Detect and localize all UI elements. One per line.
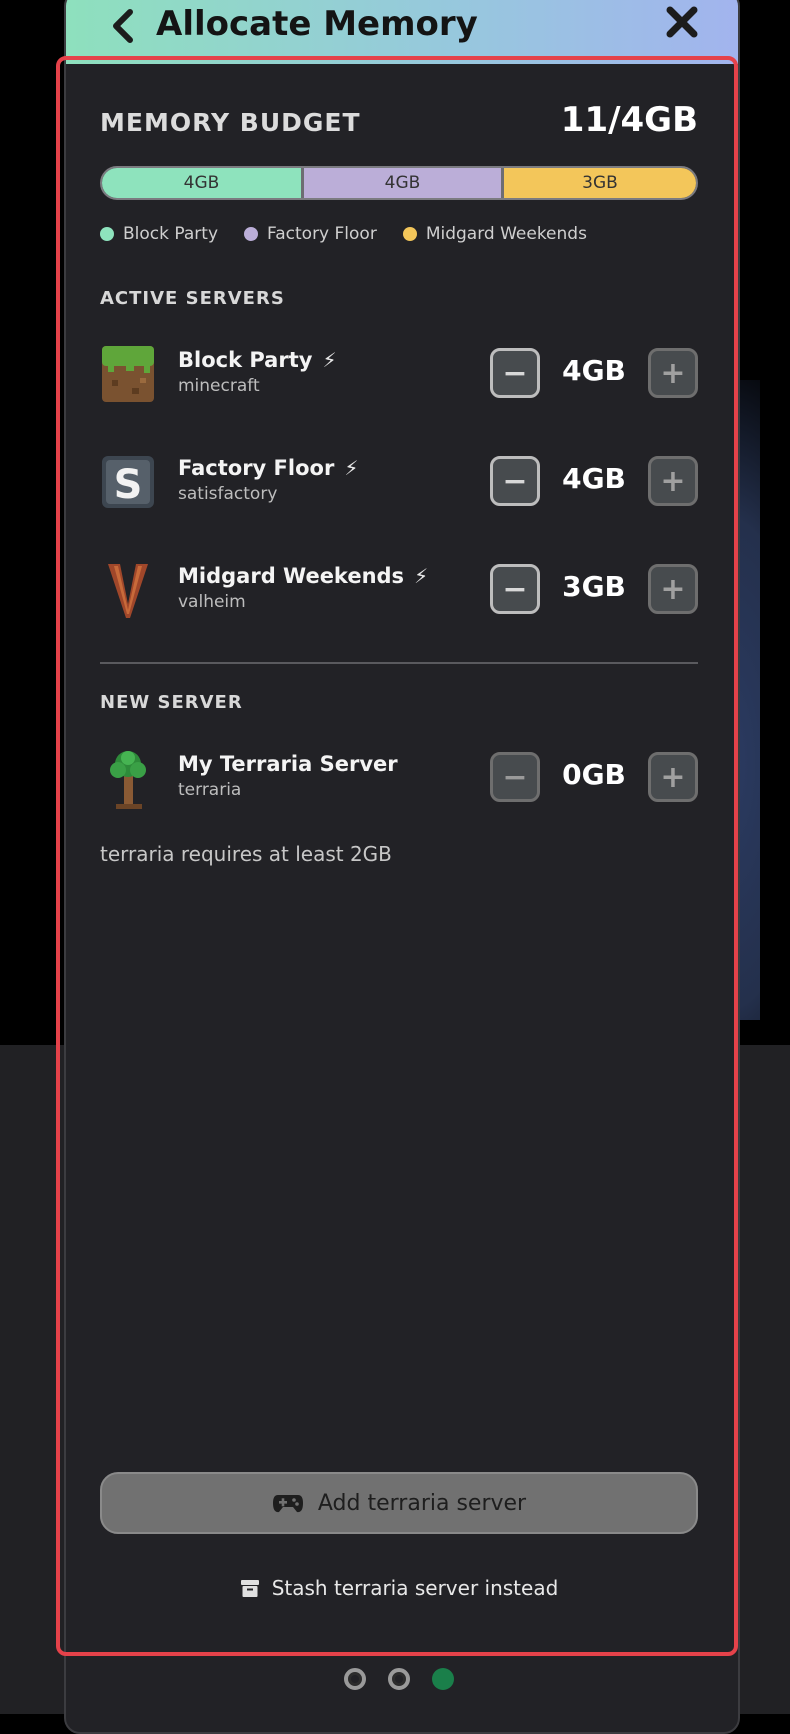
memory-budget-bar: 4GB 4GB 3GB [100, 166, 698, 200]
increase-memory-button[interactable]: + [648, 752, 698, 802]
back-button[interactable] [106, 6, 142, 46]
svg-text:S: S [114, 462, 143, 508]
stash-server-button[interactable]: Stash terraria server instead [100, 1570, 698, 1606]
server-game: minecraft [178, 376, 260, 396]
server-game: satisfactory [178, 484, 278, 504]
lightning-icon: ⚡ [344, 456, 359, 480]
memory-requirement-hint: terraria requires at least 2GB [100, 842, 392, 866]
server-row: Block Party ⚡ minecraft − 4GB + [100, 344, 700, 404]
plus-icon: + [660, 571, 686, 607]
minecraft-icon [100, 344, 160, 404]
server-name: Midgard Weekends ⚡ [178, 564, 429, 588]
section-divider [100, 662, 698, 664]
plus-icon: + [660, 463, 686, 499]
minus-icon: − [502, 355, 528, 391]
budget-legend: Block Party Factory Floor Midgard Weeken… [100, 224, 587, 244]
legend-item: Block Party [100, 224, 218, 244]
close-icon [666, 6, 698, 38]
legend-dot [100, 227, 114, 241]
gamepad-icon [272, 1495, 303, 1513]
page-dot[interactable] [344, 1668, 366, 1690]
server-row: S Factory Floor ⚡ satisfactory − 4GB + [100, 452, 700, 512]
memory-value: 0GB [562, 758, 626, 791]
page-dot-active[interactable] [432, 1668, 454, 1690]
minus-icon: − [502, 759, 528, 795]
server-game: terraria [178, 780, 242, 800]
archive-icon [240, 1580, 259, 1597]
valheim-icon [100, 560, 160, 620]
add-server-button[interactable]: Add terraria server [100, 1472, 698, 1534]
legend-label: Factory Floor [267, 224, 377, 244]
stash-server-label: Stash terraria server instead [271, 1576, 559, 1600]
memory-value: 4GB [562, 354, 626, 387]
legend-dot [402, 227, 417, 241]
minus-icon: − [502, 463, 528, 499]
terraria-icon [100, 748, 160, 809]
increase-memory-button[interactable]: + [648, 348, 698, 398]
memory-value: 3GB [562, 570, 626, 603]
memory-value: 4GB [562, 462, 626, 495]
page-indicator [344, 1668, 454, 1690]
legend-label: Midgard Weekends [425, 224, 587, 244]
decrease-memory-button[interactable]: − [490, 348, 540, 398]
minus-icon: − [502, 571, 528, 607]
server-row: Midgard Weekends ⚡ valheim − 3GB + [100, 560, 700, 620]
increase-memory-button[interactable]: + [648, 456, 698, 506]
new-server-title: NEW SERVER [100, 692, 243, 713]
server-name: Factory Floor ⚡ [178, 456, 359, 480]
legend-item: Midgard Weekends [402, 224, 587, 244]
panel-header: Allocate Memory [66, 0, 738, 64]
plus-icon: + [660, 355, 686, 391]
satisfactory-icon: S [100, 452, 160, 512]
increase-memory-button[interactable]: + [648, 564, 698, 614]
server-game: valheim [178, 592, 246, 612]
page-title: Allocate Memory [156, 4, 478, 44]
lightning-icon: ⚡ [322, 348, 337, 372]
close-button[interactable] [662, 2, 702, 42]
decrease-memory-button[interactable]: − [490, 456, 540, 506]
add-server-label: Add terraria server [317, 1490, 527, 1516]
server-name: My Terraria Server [178, 752, 398, 776]
budget-segment-factory-floor: 4GB [301, 168, 501, 198]
page-dot[interactable] [388, 1668, 410, 1690]
active-servers-title: ACTIVE SERVERS [100, 288, 285, 309]
budget-segment-block-party: 4GB [102, 168, 301, 198]
legend-label: Block Party [123, 224, 219, 244]
lightning-icon: ⚡ [414, 564, 429, 588]
legend-item: Factory Floor [244, 224, 377, 244]
plus-icon: + [660, 759, 686, 795]
decrease-memory-button[interactable]: − [490, 752, 540, 802]
chevron-left-icon [113, 9, 133, 43]
budget-segment-midgard-weekends: 3GB [501, 168, 696, 198]
decrease-memory-button[interactable]: − [490, 564, 540, 614]
memory-budget-label: MEMORY BUDGET [100, 108, 361, 137]
server-name: Block Party ⚡ [178, 348, 337, 372]
new-server-row: My Terraria Server terraria − 0GB + [100, 748, 700, 809]
memory-budget-total: 11/4GB [560, 100, 698, 140]
legend-dot [244, 227, 259, 241]
